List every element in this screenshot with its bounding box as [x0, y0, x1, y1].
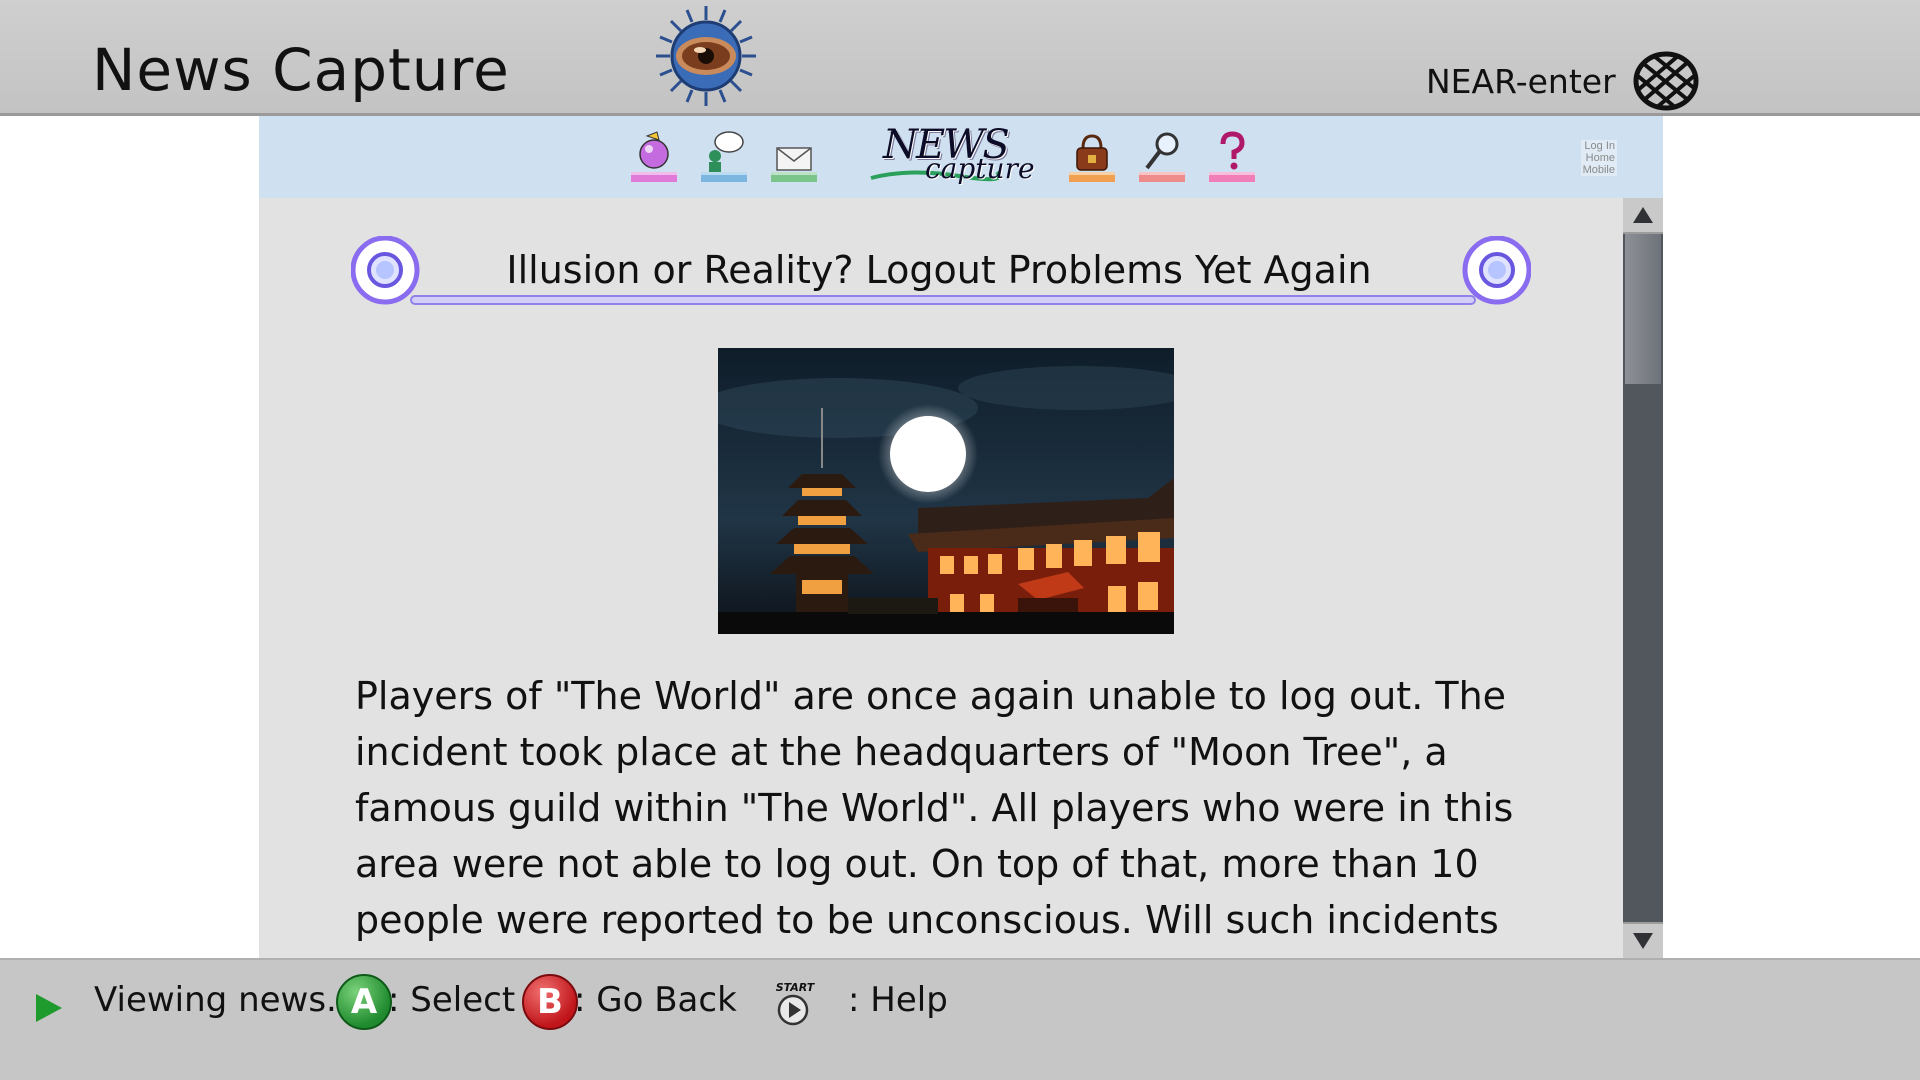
help-hint: : Help — [848, 980, 948, 1020]
scroll-up-button[interactable] — [1623, 198, 1663, 234]
control-hint-bar: Viewing news. A : Select B : Go Back STA… — [0, 958, 1920, 1080]
arrow-up-icon — [1633, 207, 1653, 223]
globe-icon — [1633, 51, 1699, 111]
scroll-thumb[interactable] — [1625, 234, 1661, 384]
eye-emblem-icon — [656, 6, 756, 106]
mail-icon — [771, 147, 817, 182]
select-hint: : Select — [388, 980, 516, 1020]
article-headline: Illusion or Reality? Logout Problems Yet… — [506, 248, 1372, 292]
status-text: Viewing news. — [94, 980, 337, 1020]
vertical-scrollbar[interactable] — [1623, 198, 1663, 958]
login-link[interactable]: Log In — [1580, 140, 1617, 152]
mini-links: Log In Home Mobile — [1580, 140, 1617, 176]
search-icon — [1139, 132, 1185, 182]
nav-help-button[interactable] — [1207, 128, 1257, 186]
browser-window: NEWS capture Log In Home Mobile Illusion… — [259, 116, 1663, 958]
site-logo[interactable]: NEWS capture — [869, 122, 1035, 192]
nav-shop-button[interactable] — [1067, 128, 1117, 186]
article-body-text: Players of "The World" are once again un… — [355, 674, 1514, 942]
news-orb-icon — [631, 131, 677, 182]
mobile-link[interactable]: Mobile — [1580, 164, 1617, 176]
go-back-hint: : Go Back — [574, 980, 737, 1020]
shop-bag-icon — [1069, 134, 1115, 182]
nav-search-button[interactable] — [1137, 128, 1187, 186]
network-label: NEAR-enter — [1426, 62, 1616, 101]
site-nav: NEWS capture Log In Home Mobile — [259, 116, 1663, 198]
article-area: Illusion or Reality? Logout Problems Yet… — [259, 198, 1623, 958]
article-image-pagoda-moon — [718, 348, 1174, 634]
start-button-icon: START — [776, 981, 816, 1026]
nav-news-button[interactable] — [629, 128, 679, 186]
logo-capture-text: capture — [925, 152, 1035, 185]
start-button-label: START — [776, 981, 816, 994]
a-button-icon: A — [336, 974, 392, 1030]
scroll-down-button[interactable] — [1623, 922, 1663, 958]
app-title: News Capture — [92, 36, 510, 104]
nav-mail-button[interactable] — [769, 128, 819, 186]
top-header: News Capture NEAR-enter — [0, 0, 1920, 116]
play-arrow-icon — [36, 994, 62, 1022]
b-button-icon: B — [522, 974, 578, 1030]
chat-icon — [701, 131, 747, 182]
nav-chat-button[interactable] — [699, 128, 749, 186]
home-link[interactable]: Home — [1580, 152, 1617, 164]
help-icon — [1209, 131, 1255, 182]
arrow-down-icon — [1633, 933, 1653, 949]
